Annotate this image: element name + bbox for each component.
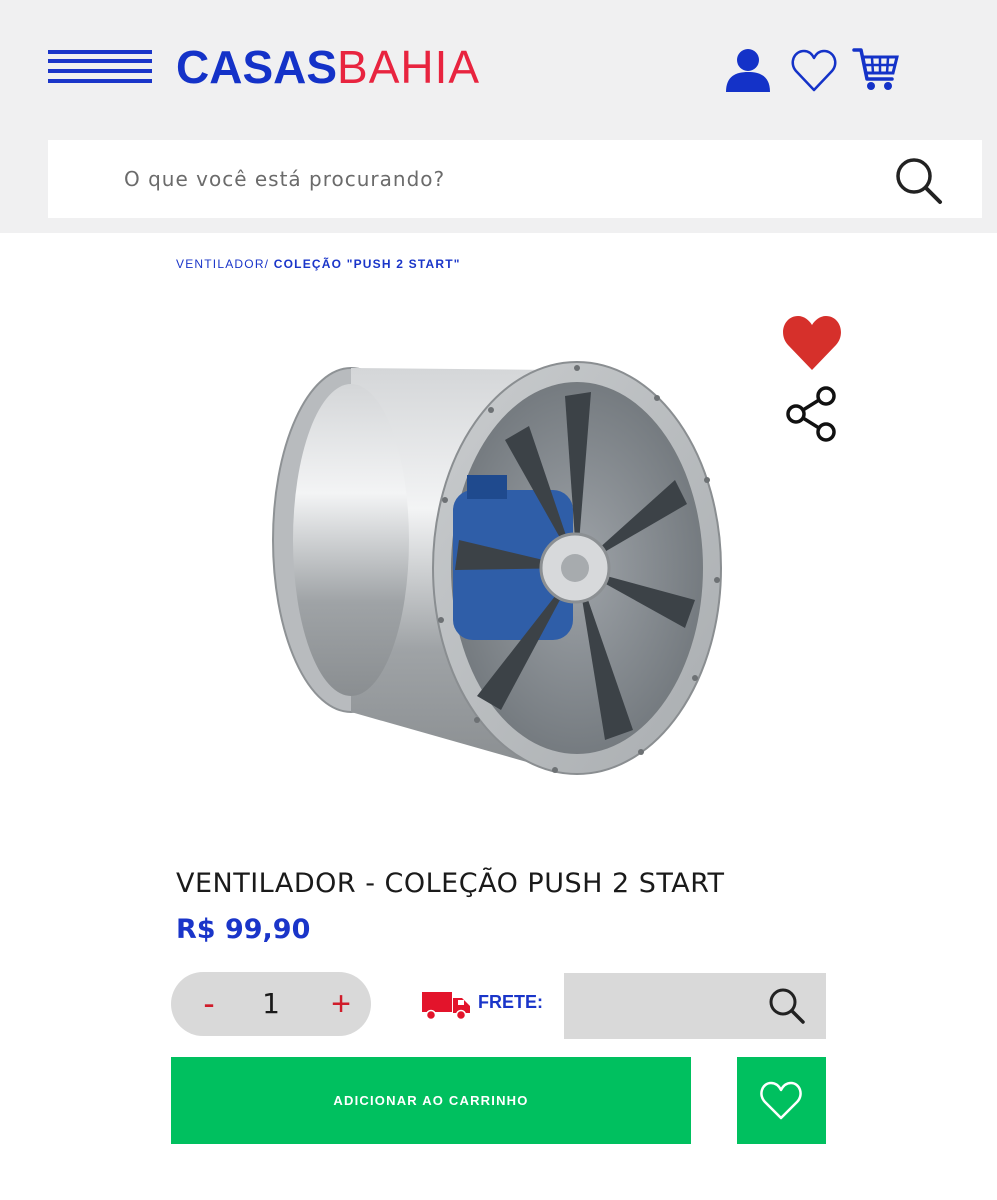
menu-button[interactable] (48, 50, 152, 84)
site-header: CASASBAHIA (0, 0, 997, 233)
quantity-increase-button[interactable]: + (319, 980, 363, 1028)
shipping-cep-input[interactable] (564, 973, 754, 1039)
menu-icon-bar (48, 69, 152, 73)
quantity-stepper: - 1 + (171, 972, 371, 1036)
search-icon[interactable] (894, 156, 946, 208)
truck-icon (422, 990, 472, 1021)
brand-logo[interactable]: CASASBAHIA (176, 42, 480, 92)
brand-logo-casas: CASAS (176, 41, 338, 93)
share-icon[interactable] (784, 386, 842, 442)
menu-icon-bar (48, 79, 152, 83)
user-icon[interactable] (724, 46, 774, 96)
add-to-cart-button[interactable]: ADICIONAR AO CARRINHO (171, 1057, 691, 1144)
heart-outline-icon[interactable] (790, 46, 840, 96)
search-bar (48, 140, 982, 218)
product-title: VENTILADOR - COLEÇÃO PUSH 2 START (176, 868, 725, 899)
menu-icon-bar (48, 50, 152, 54)
shipping-label: FRETE: (478, 992, 543, 1012)
breadcrumb-item-ventilador[interactable]: VENTILADOR/ (176, 257, 269, 271)
cart-icon[interactable] (852, 46, 902, 96)
brand-logo-bahia: BAHIA (337, 41, 481, 93)
heart-filled-icon[interactable] (780, 312, 846, 374)
shipping-field (564, 973, 826, 1039)
product-image[interactable] (255, 300, 735, 790)
quantity-value[interactable]: 1 (239, 980, 303, 1028)
heart-outline-icon (760, 1081, 802, 1120)
search-icon[interactable] (768, 987, 808, 1027)
quantity-decrease-button[interactable]: - (187, 980, 231, 1028)
breadcrumb-item-current: COLEÇÃO "PUSH 2 START" (273, 257, 461, 271)
search-input[interactable] (48, 140, 878, 218)
menu-icon-bar (48, 59, 152, 63)
add-to-wishlist-button[interactable] (737, 1057, 826, 1144)
product-price: R$ 99,90 (176, 914, 311, 945)
breadcrumb: VENTILADOR/ COLEÇÃO "PUSH 2 START" (176, 257, 461, 271)
